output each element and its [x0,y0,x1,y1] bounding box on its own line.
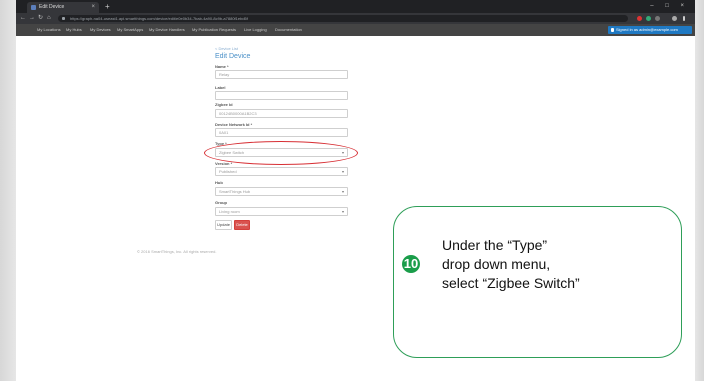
left-margin [0,0,16,381]
page-title: Edit Device [215,53,251,60]
hub-select[interactable]: SmartThings Hub ▾ [215,187,348,196]
nav-my-publication-requests[interactable]: My Publication Requests [192,24,236,36]
group-select[interactable]: Living room ▾ [215,207,348,216]
zigbee-id-label: Zigbee Id [215,102,233,107]
right-margin [695,0,704,381]
chevron-down-icon: ▾ [341,169,344,174]
nav-documentation[interactable]: Documentation [275,24,302,36]
version-value: Published [219,169,237,174]
zigbee-id-value: 00124B0000A1B2C3 [219,111,257,116]
instruction-line: select “Zigbee Switch” [442,275,580,291]
profile-icon[interactable] [672,16,677,21]
menu-icon[interactable] [683,16,685,21]
reload-icon[interactable]: ↻ [38,13,43,24]
type-highlight-ellipse [204,141,358,165]
extension-icon[interactable] [646,16,651,21]
lock-icon [62,17,65,20]
name-label: Name * [215,64,229,69]
step-badge: 10 [402,255,420,273]
tab-edit-device[interactable]: Edit Device × [27,2,99,13]
favicon-icon [31,5,36,10]
nav-my-device-handlers[interactable]: My Device Handlers [149,24,185,36]
zigbee-id-input[interactable]: 00124B0000A1B2C3 [215,109,348,118]
group-value: Living room [219,209,240,214]
close-tab-icon[interactable]: × [91,3,95,12]
extension-icon[interactable] [637,16,642,21]
network-id-value: 0A01 [219,130,229,135]
user-icon [611,28,614,32]
version-select[interactable]: Published ▾ [215,167,348,176]
browser-window: Edit Device × + – □ × ← → ↻ ⌂ https://gr… [16,0,695,381]
breadcrumb[interactable]: < Device List [215,46,238,51]
window-controls[interactable]: – □ × [650,1,689,12]
browser-toolbar: ← → ↻ ⌂ https://graph-na04-useast1.api.s… [16,13,695,24]
app-navbar: My Locations My Hubs My Devices My Smart… [16,24,695,36]
nav-my-locations[interactable]: My Locations [37,24,61,36]
tab-title: Edit Device [39,4,65,10]
forward-icon[interactable]: → [29,13,35,24]
name-input[interactable]: Relay [215,70,348,79]
extension-icon[interactable] [655,16,660,21]
chevron-down-icon: ▾ [341,189,344,194]
network-id-input[interactable]: 0A01 [215,128,348,137]
user-account-label: Signed in as admin@example.com [616,27,678,32]
nav-my-hubs[interactable]: My Hubs [66,24,82,36]
address-bar[interactable]: https://graph-na04-useast1.api.smartthin… [58,15,628,22]
name-value: Relay [219,72,230,77]
hub-label: Hub [215,180,223,185]
url-text: https://graph-na04-useast1.api.smartthin… [70,16,248,21]
back-icon[interactable]: ← [20,13,26,24]
new-tab-button[interactable]: + [105,1,110,12]
network-id-label: Device Network Id * [215,122,253,127]
instruction-callout: 10 Under the “Type” drop down menu, sele… [393,206,682,358]
hub-value: SmartThings Hub [219,189,251,194]
label-input[interactable] [215,91,348,100]
footer-copyright: © 2016 SmartThings, Inc. All rights rese… [137,249,217,254]
home-icon[interactable]: ⌂ [47,13,51,24]
user-account-button[interactable]: Signed in as admin@example.com [608,26,692,34]
nav-my-devices[interactable]: My Devices [90,24,111,36]
nav-my-smartapps[interactable]: My SmartApps [117,24,143,36]
instruction-line: drop down menu, [442,256,551,272]
instruction-line: Under the “Type” [442,237,548,253]
instruction-text: Under the “Type” drop down menu, select … [442,236,580,293]
update-button[interactable]: Update [215,220,232,230]
nav-live-logging[interactable]: Live Logging [244,24,267,36]
chevron-down-icon: ▾ [341,209,344,214]
label-label: Label [215,85,226,90]
delete-button[interactable]: Delete [234,220,250,230]
group-label: Group [215,200,227,205]
tab-bar: Edit Device × + – □ × [16,0,695,13]
